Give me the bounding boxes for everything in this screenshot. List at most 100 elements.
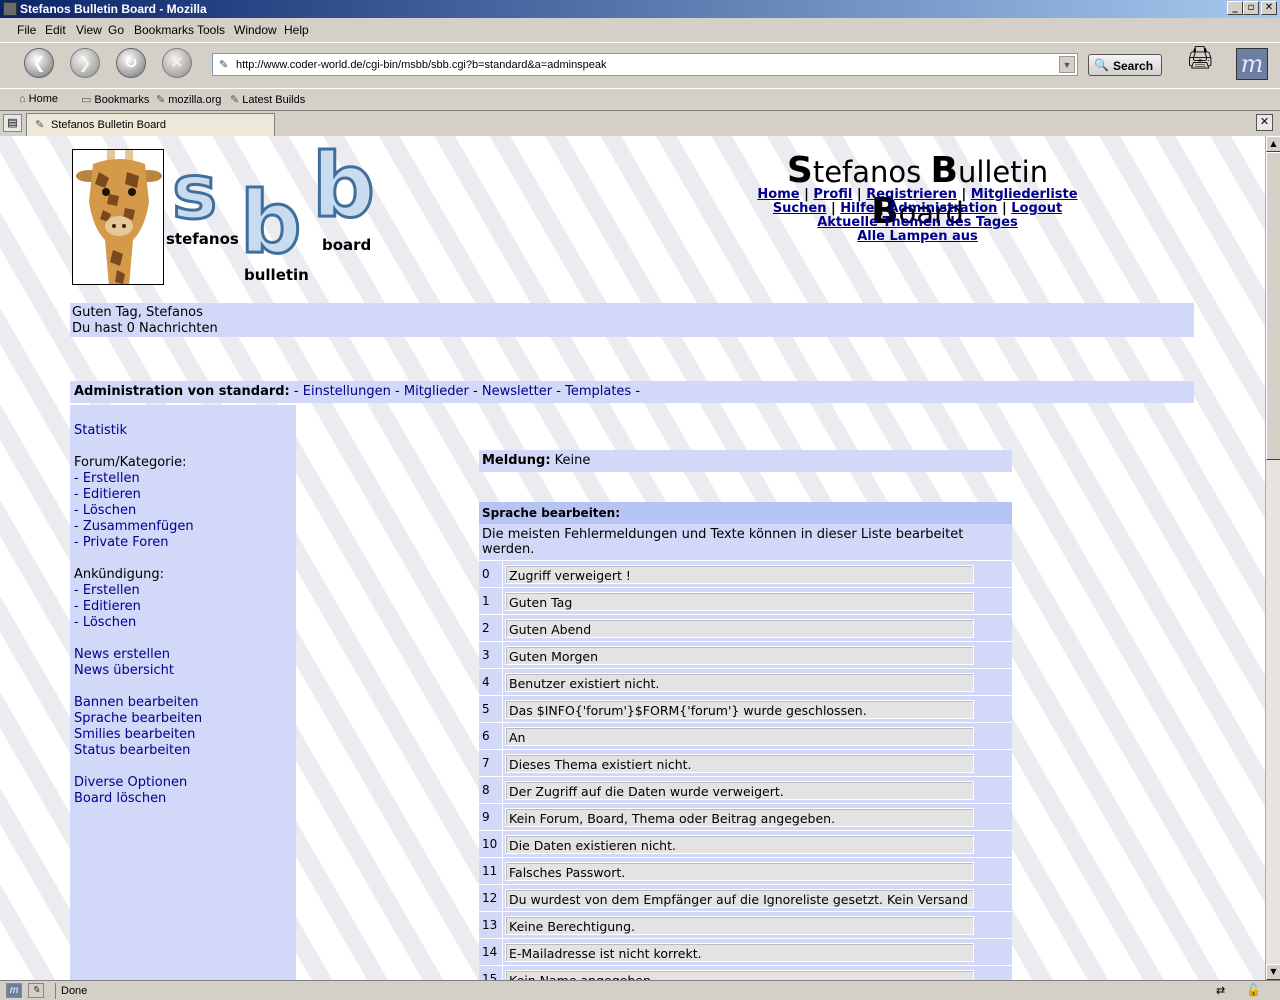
back-arrow-icon: ❮ — [32, 53, 46, 72]
link-alle-lampen-aus[interactable]: Alle Lampen aus — [857, 229, 978, 244]
language-entry-input[interactable]: Guten Abend — [505, 619, 974, 638]
url-text[interactable]: http://www.coder-world.de/cgi-bin/msbb/s… — [236, 59, 607, 71]
admin-separator: - — [473, 384, 478, 399]
sidebar-link-forum-erstellen[interactable]: - Erstellen — [74, 471, 140, 486]
sidebar-link-ankuendigung-loeschen[interactable]: - Löschen — [74, 615, 136, 630]
link-administration[interactable]: Administration — [888, 201, 997, 216]
language-entry-input[interactable]: Keine Berechtigung. — [505, 916, 974, 935]
sidebar-link-ankuendigung-erstellen[interactable]: - Erstellen — [74, 583, 140, 598]
menu-edit[interactable]: Edit — [45, 23, 66, 37]
minimize-button[interactable]: _ — [1227, 1, 1243, 15]
mozilla-component-icon[interactable]: m — [6, 983, 22, 998]
mozilla-throbber-icon[interactable]: m — [1236, 48, 1268, 80]
link-profil[interactable]: Profil — [813, 187, 852, 202]
sidebar-link-status-bearbeiten[interactable]: Status bearbeiten — [74, 743, 190, 758]
admin-link-newsletter[interactable]: Newsletter — [482, 384, 552, 399]
language-entry-id: 13 — [479, 912, 503, 938]
link-suchen[interactable]: Suchen — [773, 201, 827, 216]
sidebar-link-bannen-bearbeiten[interactable]: Bannen bearbeiten — [74, 695, 199, 710]
language-entry-input[interactable]: Benutzer existiert nicht. — [505, 673, 974, 692]
back-button[interactable]: ❮ — [24, 48, 54, 78]
language-entry-input[interactable]: Zugriff verweigert ! — [505, 565, 974, 584]
close-window-button[interactable]: ✕ — [1261, 1, 1277, 15]
language-entry-input[interactable]: Du wurdest von dem Empfänger auf die Ign… — [505, 889, 974, 908]
close-tab-button[interactable]: ✕ — [1256, 114, 1273, 131]
language-entry-input[interactable]: E-Mailadresse ist nicht korrekt. — [505, 943, 974, 962]
forward-button[interactable]: ❯ — [70, 48, 100, 78]
topnav-separator: | — [856, 187, 862, 202]
lock-icon: 🔓 — [1246, 983, 1261, 997]
sidebar-link-ankuendigung-editieren[interactable]: - Editieren — [74, 599, 141, 614]
admin-separator: - — [635, 384, 641, 399]
menu-view[interactable]: View — [76, 23, 102, 37]
link-mitgliederliste[interactable]: Mitgliederliste — [971, 187, 1078, 202]
sidebar-link-smilies-bearbeiten[interactable]: Smilies bearbeiten — [74, 727, 195, 742]
language-entry-id: 10 — [479, 831, 503, 857]
language-entry-row: 6 An — [479, 723, 1012, 750]
language-entry-id: 9 — [479, 804, 503, 830]
vertical-scrollbar[interactable]: ▲ ▼ — [1265, 136, 1280, 980]
link-home[interactable]: Home — [757, 187, 799, 202]
scroll-up-button[interactable]: ▲ — [1266, 136, 1280, 152]
print-button[interactable]: 🖨 — [1186, 46, 1216, 76]
admin-link-templates[interactable]: Templates — [565, 384, 631, 399]
maximize-button[interactable]: ▫ — [1243, 1, 1259, 15]
latest-builds-bookmark[interactable]: ✎ Latest Builds — [230, 93, 305, 106]
admin-link-mitglieder[interactable]: Mitglieder — [404, 384, 469, 399]
language-entry-input[interactable]: Guten Tag — [505, 592, 974, 611]
sidebar-link-news-uebersicht[interactable]: News übersicht — [74, 663, 174, 678]
home-bookmark-label: Home — [28, 93, 58, 105]
language-entry-id: 3 — [479, 642, 503, 668]
sidebar-link-private-foren[interactable]: - Private Foren — [74, 535, 169, 550]
new-tab-button[interactable]: ▤ — [3, 114, 22, 132]
scroll-down-button[interactable]: ▼ — [1266, 964, 1280, 980]
admin-separator: - — [395, 384, 400, 399]
url-bar[interactable]: ✎ http://www.coder-world.de/cgi-bin/msbb… — [212, 53, 1078, 76]
menu-file[interactable]: File — [17, 23, 36, 37]
scrollbar-thumb[interactable] — [1266, 152, 1280, 460]
language-entry-input[interactable]: Das $INFO{'forum'}$FORM{'forum'} wurde g… — [505, 700, 974, 719]
bookmarks-folder[interactable]: ▭ Bookmarks — [81, 93, 149, 106]
sidebar-link-diverse-optionen[interactable]: Diverse Optionen — [74, 775, 187, 790]
tab-stefanos-bulletin-board[interactable]: ✎ Stefanos Bulletin Board — [26, 113, 275, 136]
language-entry-input[interactable]: Kein Forum, Board, Thema oder Beitrag an… — [505, 808, 974, 827]
sidebar-link-news-erstellen[interactable]: News erstellen — [74, 647, 170, 662]
composer-icon[interactable]: ✎ — [28, 983, 44, 998]
mozilla-org-bookmark[interactable]: ✎ mozilla.org — [156, 93, 221, 106]
menu-window[interactable]: Window — [234, 23, 277, 37]
language-entry-input[interactable]: Die Daten existieren nicht. — [505, 835, 974, 854]
language-edit-panel: Sprache bearbeiten: Die meisten Fehlerme… — [479, 502, 1012, 980]
sidebar-link-forum-loeschen[interactable]: - Löschen — [74, 503, 136, 518]
language-entry-input[interactable]: Guten Morgen — [505, 646, 974, 665]
language-entry-input[interactable]: An — [505, 727, 974, 746]
menu-tools[interactable]: Tools — [197, 23, 225, 37]
sidebar-link-board-loeschen[interactable]: Board löschen — [74, 791, 166, 806]
link-hilfe[interactable]: Hilfe — [840, 201, 874, 216]
link-aktuelle-themen[interactable]: Aktuelle Themen des Tages — [817, 215, 1018, 230]
language-entry-row: 0 Zugriff verweigert ! — [479, 561, 1012, 588]
sidebar-link-forum-zusammenfuegen[interactable]: - Zusammenfügen — [74, 519, 194, 534]
link-logout[interactable]: Logout — [1011, 201, 1062, 216]
language-entry-row: 5 Das $INFO{'forum'}$FORM{'forum'} wurde … — [479, 696, 1012, 723]
link-registrieren[interactable]: Registrieren — [866, 187, 957, 202]
stop-button[interactable]: ✕ — [162, 48, 192, 78]
language-entry-input[interactable]: Falsches Passwort. — [505, 862, 974, 881]
sidebar-link-statistik[interactable]: Statistik — [74, 423, 127, 438]
menu-go[interactable]: Go — [108, 23, 124, 37]
home-bookmark[interactable]: ⌂ Home — [19, 93, 58, 105]
menu-bookmarks[interactable]: Bookmarks — [134, 23, 194, 37]
topnav-separator: | — [961, 187, 967, 202]
language-entry-row: 2 Guten Abend — [479, 615, 1012, 642]
language-entry-input[interactable]: Der Zugriff auf die Daten wurde verweige… — [505, 781, 974, 800]
bookmarks-folder-label: Bookmarks — [94, 94, 150, 106]
language-entry-input[interactable]: Dieses Thema existiert nicht. — [505, 754, 974, 773]
admin-link-einstellungen[interactable]: Einstellungen — [303, 384, 391, 399]
menu-help[interactable]: Help — [284, 23, 309, 37]
search-button[interactable]: 🔍 Search — [1088, 54, 1162, 76]
forward-arrow-icon: ❯ — [78, 53, 92, 72]
language-entry-input[interactable]: Kein Name angegeben — [505, 970, 974, 980]
sidebar-link-sprache-bearbeiten[interactable]: Sprache bearbeiten — [74, 711, 202, 726]
reload-button[interactable]: ↻ — [116, 48, 146, 78]
sidebar-link-forum-editieren[interactable]: - Editieren — [74, 487, 141, 502]
url-dropdown-button[interactable]: ▼ — [1059, 56, 1075, 73]
